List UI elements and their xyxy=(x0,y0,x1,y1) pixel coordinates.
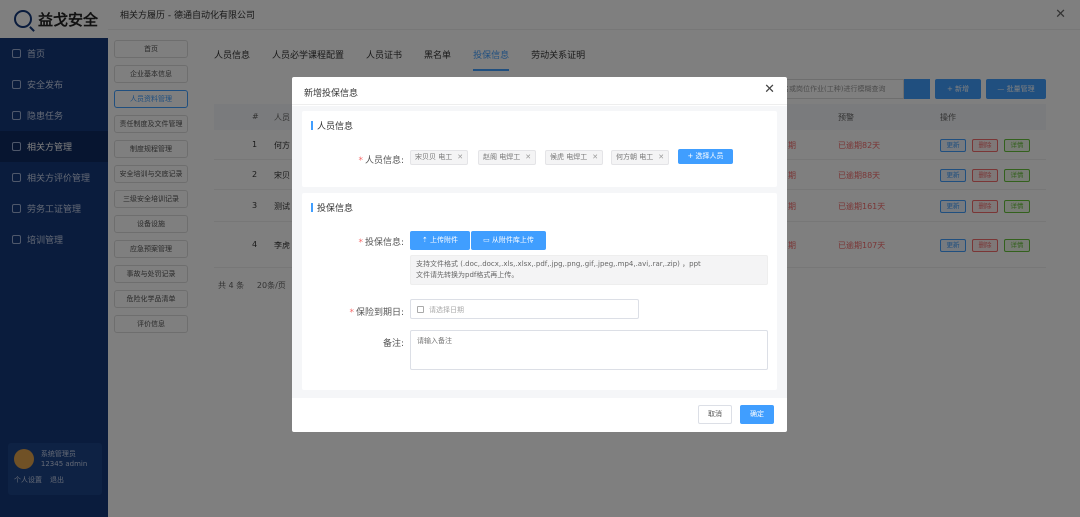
file-format-hint: 支持文件格式 (.doc,.docx,.xls,.xlsx,.pdf,.jpg,… xyxy=(410,255,768,285)
upload-attachment-button[interactable]: ⇡ 上传附件 xyxy=(410,231,470,250)
tag-close-icon[interactable]: ✕ xyxy=(658,153,664,161)
person-tag: 何方朝 电工 ✕ xyxy=(611,150,670,165)
person-tag: 赵阁 电焊工 ✕ xyxy=(478,150,537,165)
calendar-icon xyxy=(417,306,424,313)
remark-textarea[interactable] xyxy=(410,330,768,370)
confirm-button[interactable]: 确定 xyxy=(740,405,774,424)
dialog-header: 新增投保信息 ✕ xyxy=(292,77,787,105)
person-info-section: 人员信息 * 人员信息: 宋贝贝 电工 ✕ 赵阁 电焊工 ✕ 候虎 电焊工 ✕ 何方朝 … xyxy=(302,111,777,187)
select-person-button[interactable]: + 选择人员 xyxy=(678,149,733,164)
tag-close-icon[interactable]: ✕ xyxy=(457,153,463,161)
add-insurance-dialog: 新增投保信息 ✕ 人员信息 * 人员信息: 宋贝贝 电工 ✕ 赵阁 电焊工 ✕ 候虎 … xyxy=(292,77,787,432)
cancel-button[interactable]: 取消 xyxy=(698,405,732,424)
upload-from-library-button[interactable]: ▭ 从附件库上传 xyxy=(471,231,546,250)
section-title: 投保信息 xyxy=(302,193,777,214)
dialog-footer: 取消 确定 xyxy=(292,398,787,432)
tag-close-icon[interactable]: ✕ xyxy=(525,153,531,161)
section-title: 人员信息 xyxy=(302,111,777,132)
insurance-info-section: 投保信息 * 投保信息: ⇡ 上传附件 ▭ 从附件库上传 支持文件格式 (.doc… xyxy=(302,193,777,390)
expire-date-picker[interactable]: 请选择日期 xyxy=(410,299,639,319)
hint-line: 文件请先转换为pdf格式再上传。 xyxy=(416,271,519,279)
hint-line: 支持文件格式 (.doc,.docx,.xls,.xlsx,.pdf,.jpg,… xyxy=(416,260,701,268)
person-tag: 候虎 电焊工 ✕ xyxy=(545,150,604,165)
insurance-info-label: * 投保信息: xyxy=(358,238,404,248)
tag-close-icon[interactable]: ✕ xyxy=(592,153,598,161)
date-placeholder: 请选择日期 xyxy=(429,306,464,314)
dialog-title: 新增投保信息 xyxy=(304,89,359,99)
person-tag: 宋贝贝 电工 ✕ xyxy=(410,150,469,165)
folder-icon: ▭ xyxy=(483,236,492,244)
upload-icon: ⇡ xyxy=(421,236,431,244)
person-info-label: * 人员信息: xyxy=(358,156,404,166)
close-icon[interactable]: ✕ xyxy=(764,82,775,97)
remark-label: 备注: xyxy=(382,339,404,349)
dialog-body: 人员信息 * 人员信息: 宋贝贝 电工 ✕ 赵阁 电焊工 ✕ 候虎 电焊工 ✕ 何方朝 … xyxy=(292,106,787,398)
expire-date-label: * 保险到期日: xyxy=(349,308,404,318)
